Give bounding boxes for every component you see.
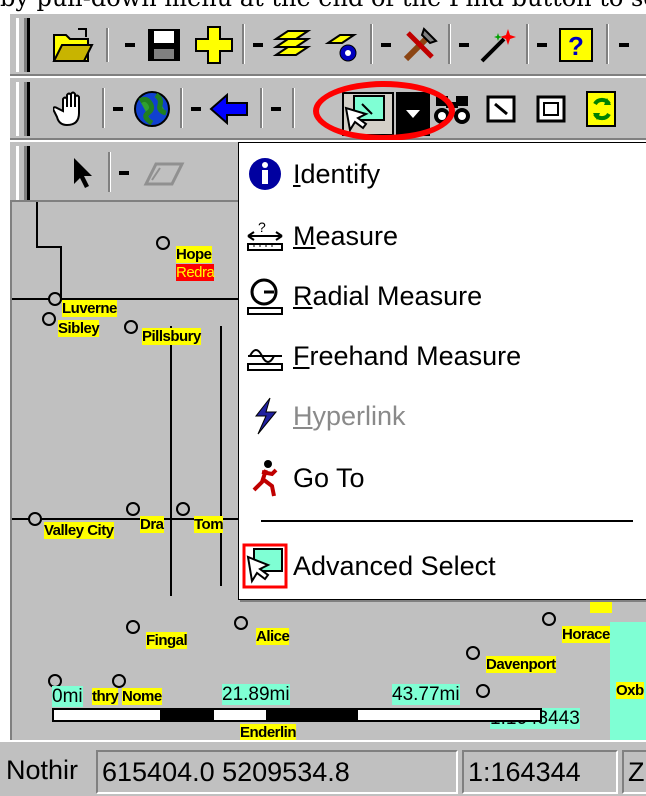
menu-separator [261,520,633,522]
city-label: Davenport [486,656,556,673]
chevron-down-icon[interactable] [534,22,550,68]
city-label: Alice [256,628,290,645]
chevron-down-icon[interactable] [188,86,204,132]
scale-bar [52,708,542,722]
document-caption: by pull-down menu at the end of the Find… [0,0,646,12]
toolbar-grip[interactable] [16,18,30,72]
edit-shape-icon[interactable] [138,150,190,196]
zoom-extent-icon[interactable] [530,86,574,132]
city-label: Sibley [58,320,100,337]
toolbar-grip[interactable] [16,146,30,200]
freehand-measure-icon [241,332,289,380]
refresh-icon[interactable] [580,86,624,132]
menu-item-freehand-measure[interactable]: Freehand Measure [239,327,646,385]
chevron-down-icon[interactable] [378,22,394,68]
svg-text:?: ? [258,219,266,235]
info-icon [241,150,289,198]
standard-toolbar: ? [10,12,646,76]
menu-item-advanced-select[interactable]: Advanced Select [239,537,646,595]
save-icon[interactable] [142,22,186,68]
chevron-down-icon[interactable] [250,22,266,68]
status-coordinates: 615404.0 5209534.8 [96,750,458,794]
city-label: Nome [122,688,162,705]
chevron-down-icon[interactable] [116,150,132,196]
highlight-circle [313,81,455,141]
menu-item-measure[interactable]: ? Measure [239,207,646,265]
distance-label: 21.89mi [222,684,290,705]
chevron-down-icon[interactable] [110,86,126,132]
pan-hand-icon[interactable] [50,86,96,132]
chevron-down-icon[interactable] [616,22,632,68]
chevron-down-icon[interactable] [456,22,472,68]
city-label: Oxb [616,682,644,699]
distance-label: 0mi [52,686,83,707]
select-tools-menu: Identify ? Measure Radial Measure Freeha… [238,142,646,600]
help-icon[interactable]: ? [554,22,598,68]
chevron-down-icon[interactable] [268,86,284,132]
distance-label: 43.77mi [392,684,460,705]
zoom-extent-icon[interactable] [480,86,524,132]
chevron-down-icon[interactable] [122,22,138,68]
svg-text:?: ? [568,31,584,61]
status-bar: Nothir 615404.0 5209534.8 1:164344 Z [0,740,646,796]
menu-item-radial-measure[interactable]: Radial Measure [239,267,646,325]
open-folder-icon[interactable] [50,22,96,68]
city-label: Valley City [44,522,114,539]
toolbar-grip[interactable] [16,82,30,136]
city-label: Pillsbury [142,328,201,345]
menu-item-go-to[interactable]: Go To [239,449,646,507]
city-label: Enderlin [240,724,297,740]
city-label: Luverne [62,300,117,317]
chevron-down-icon[interactable] [98,22,116,68]
running-man-icon [241,454,289,502]
city-label: Dra [140,516,164,533]
layers-icon[interactable] [270,22,314,68]
city-label: thry [92,688,119,705]
measure-icon: ? [241,212,289,260]
status-message: Nothir [6,755,79,785]
city-label: Tom [194,516,224,533]
back-arrow-icon[interactable] [206,86,252,132]
tools-icon[interactable] [398,22,442,68]
city-label: Hope [176,246,212,263]
advanced-select-icon [241,542,289,590]
city-label: Redra [176,264,215,281]
city-label: Horace [562,626,610,643]
lightning-icon [241,392,289,440]
city-label: Fingal [146,632,188,649]
status-extra: Z [622,750,646,794]
add-data-icon[interactable] [192,22,236,68]
status-scale: 1:164344 [462,750,618,794]
menu-item-identify[interactable]: Identify [239,145,646,203]
pointer-icon[interactable] [62,150,102,196]
globe-icon[interactable] [130,86,174,132]
wizard-icon[interactable] [476,22,520,68]
menu-item-hyperlink[interactable]: Hyperlink [239,387,646,445]
radial-measure-icon [241,272,289,320]
layer-properties-icon[interactable] [320,22,364,68]
